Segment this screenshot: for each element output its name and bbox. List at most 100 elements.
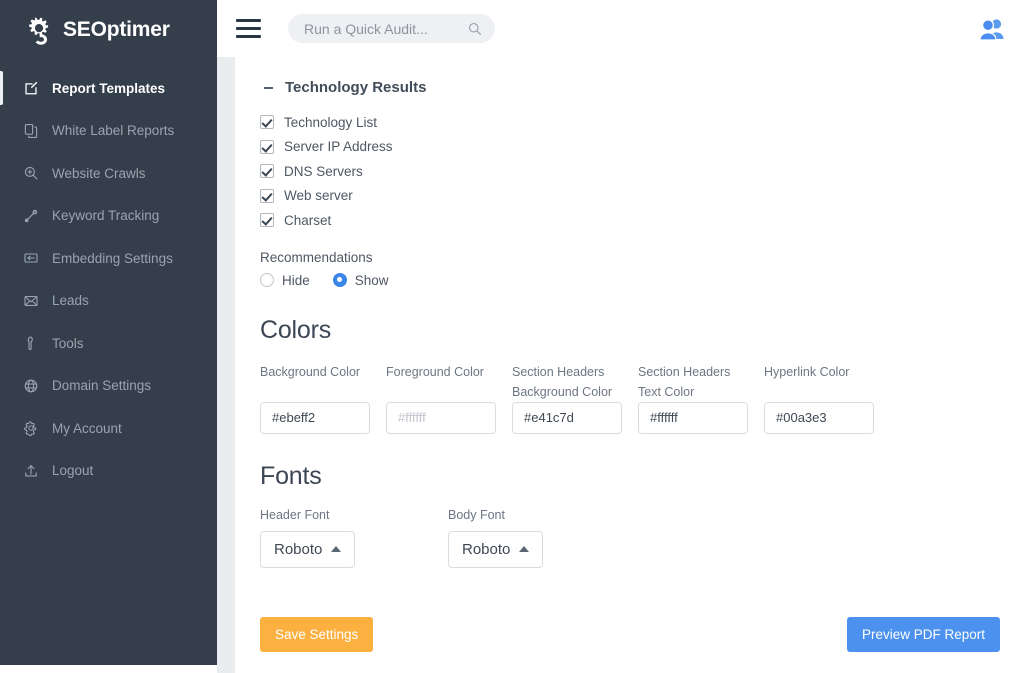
field-label: Section Headers Text Color	[638, 362, 753, 402]
font-field-header-font: Header Font Roboto	[260, 508, 448, 568]
sidebar-item-label: Tools	[52, 336, 84, 351]
content-gutter	[217, 57, 235, 673]
seoptimer-gear-icon	[24, 15, 54, 45]
sidebar-item-tools[interactable]: Tools	[0, 322, 217, 365]
trend-line-icon	[22, 207, 39, 224]
main-content: Technology Results Technology List Serve…	[235, 57, 1024, 673]
search-icon	[468, 22, 482, 36]
envelope-icon	[22, 292, 39, 309]
field-label: Foreground Color	[386, 362, 501, 402]
checkbox-label: Web server	[284, 188, 353, 203]
body-font-value: Roboto	[462, 541, 510, 558]
radio-option-show[interactable]: Show	[333, 273, 389, 288]
radio-button[interactable]	[333, 273, 347, 287]
technology-results-header: Technology Results	[260, 79, 1024, 96]
sidebar-item-logout[interactable]: Logout	[0, 450, 217, 493]
users-avatar-icon[interactable]	[978, 17, 1006, 41]
fonts-field-grid: Header Font Roboto Body Font Roboto	[260, 508, 1024, 568]
minus-icon[interactable]	[264, 87, 273, 89]
active-indicator	[0, 71, 3, 105]
search-input[interactable]: Run a Quick Audit...	[288, 14, 495, 43]
colors-title: Colors	[260, 316, 1024, 345]
checkbox[interactable]	[260, 140, 274, 154]
sidebar-item-embedding-settings[interactable]: Embedding Settings	[0, 237, 217, 280]
sidebar-item-domain-settings[interactable]: Domain Settings	[0, 365, 217, 408]
checkbox-row-server-ip-address[interactable]: Server IP Address	[260, 135, 1024, 160]
logout-upload-icon	[22, 462, 39, 479]
hyperlink-color-input[interactable]: #00a3e3	[764, 402, 874, 434]
sidebar-item-white-label-reports[interactable]: White Label Reports	[0, 110, 217, 153]
sidebar-item-label: Website Crawls	[52, 166, 146, 181]
radio-label: Hide	[282, 273, 310, 288]
embed-box-icon	[22, 250, 39, 267]
field-label: Header Font	[260, 508, 448, 522]
checkbox-label: DNS Servers	[284, 164, 363, 179]
checkbox-label: Technology List	[284, 115, 377, 130]
body-font-select[interactable]: Roboto	[448, 531, 543, 568]
sidebar-item-website-crawls[interactable]: Website Crawls	[0, 152, 217, 195]
checkbox[interactable]	[260, 164, 274, 178]
sidebar-item-leads[interactable]: Leads	[0, 280, 217, 323]
globe-icon	[22, 377, 39, 394]
checkbox[interactable]	[260, 213, 274, 227]
radio-button[interactable]	[260, 273, 274, 287]
field-label: Body Font	[448, 508, 636, 522]
wrench-icon	[22, 335, 39, 352]
preview-pdf-report-button[interactable]: Preview PDF Report	[847, 617, 1000, 652]
recommendations-label: Recommendations	[260, 250, 1024, 265]
sidebar-item-label: Leads	[52, 293, 89, 308]
sidebar-item-label: Logout	[52, 463, 93, 478]
checkbox-label: Charset	[284, 213, 331, 228]
hamburger-icon[interactable]	[236, 16, 262, 42]
hamburger-bar	[236, 27, 261, 30]
section-headers-background-color-input[interactable]: #e41c7d	[512, 402, 622, 434]
checkbox-row-charset[interactable]: Charset	[260, 208, 1024, 233]
color-field-background-color: Background Color #ebeff2	[260, 362, 386, 434]
brand-name: SEOptimer	[63, 18, 170, 42]
checkbox-row-web-server[interactable]: Web server	[260, 184, 1024, 209]
sidebar-item-my-account[interactable]: My Account	[0, 407, 217, 450]
section-title: Technology Results	[285, 79, 426, 96]
checkbox-row-technology-list[interactable]: Technology List	[260, 110, 1024, 135]
top-header: Run a Quick Audit...	[217, 0, 1024, 57]
color-field-hyperlink-color: Hyperlink Color #00a3e3	[764, 362, 890, 434]
sidebar-item-label: Keyword Tracking	[52, 208, 159, 223]
field-label: Background Color	[260, 362, 375, 402]
gear-icon	[22, 420, 39, 437]
colors-field-grid: Background Color #ebeff2 Foreground Colo…	[260, 362, 1024, 434]
color-field-foreground-color: Foreground Color #ffffff	[386, 362, 512, 434]
caret-up-icon	[519, 546, 529, 552]
checkbox-row-dns-servers[interactable]: DNS Servers	[260, 159, 1024, 184]
edit-document-icon	[22, 80, 39, 97]
sidebar-item-label: My Account	[52, 421, 122, 436]
font-field-body-font: Body Font Roboto	[448, 508, 636, 568]
fonts-title: Fonts	[260, 462, 1024, 491]
section-headers-text-color-input[interactable]: #ffffff	[638, 402, 748, 434]
hamburger-bar	[236, 19, 261, 22]
radio-option-hide[interactable]: Hide	[260, 273, 310, 288]
sidebar-item-keyword-tracking[interactable]: Keyword Tracking	[0, 195, 217, 238]
header-font-select[interactable]: Roboto	[260, 531, 355, 568]
recommendations-radio-group: Hide Show	[260, 273, 1024, 288]
technology-checkbox-list: Technology List Server IP Address DNS Se…	[260, 110, 1024, 233]
background-color-input[interactable]: #ebeff2	[260, 402, 370, 434]
copy-documents-icon	[22, 122, 39, 139]
sidebar-item-label: Domain Settings	[52, 378, 151, 393]
checkbox-label: Server IP Address	[284, 139, 393, 154]
caret-up-icon	[331, 546, 341, 552]
brand-logo[interactable]: SEOptimer	[0, 0, 217, 59]
checkbox[interactable]	[260, 189, 274, 203]
hamburger-bar	[236, 35, 261, 38]
radio-label: Show	[355, 273, 389, 288]
checkbox[interactable]	[260, 115, 274, 129]
save-settings-button[interactable]: Save Settings	[260, 617, 373, 652]
field-label: Hyperlink Color	[764, 362, 879, 402]
sidebar: SEOptimer Report Templates White Label R…	[0, 0, 217, 665]
foreground-color-input[interactable]: #ffffff	[386, 402, 496, 434]
color-field-section-headers-background-color: Section Headers Background Color #e41c7d	[512, 362, 638, 434]
search-plus-icon	[22, 165, 39, 182]
color-field-section-headers-text-color: Section Headers Text Color #ffffff	[638, 362, 764, 434]
sidebar-item-label: White Label Reports	[52, 123, 174, 138]
field-label: Section Headers Background Color	[512, 362, 627, 402]
sidebar-item-report-templates[interactable]: Report Templates	[0, 67, 217, 110]
